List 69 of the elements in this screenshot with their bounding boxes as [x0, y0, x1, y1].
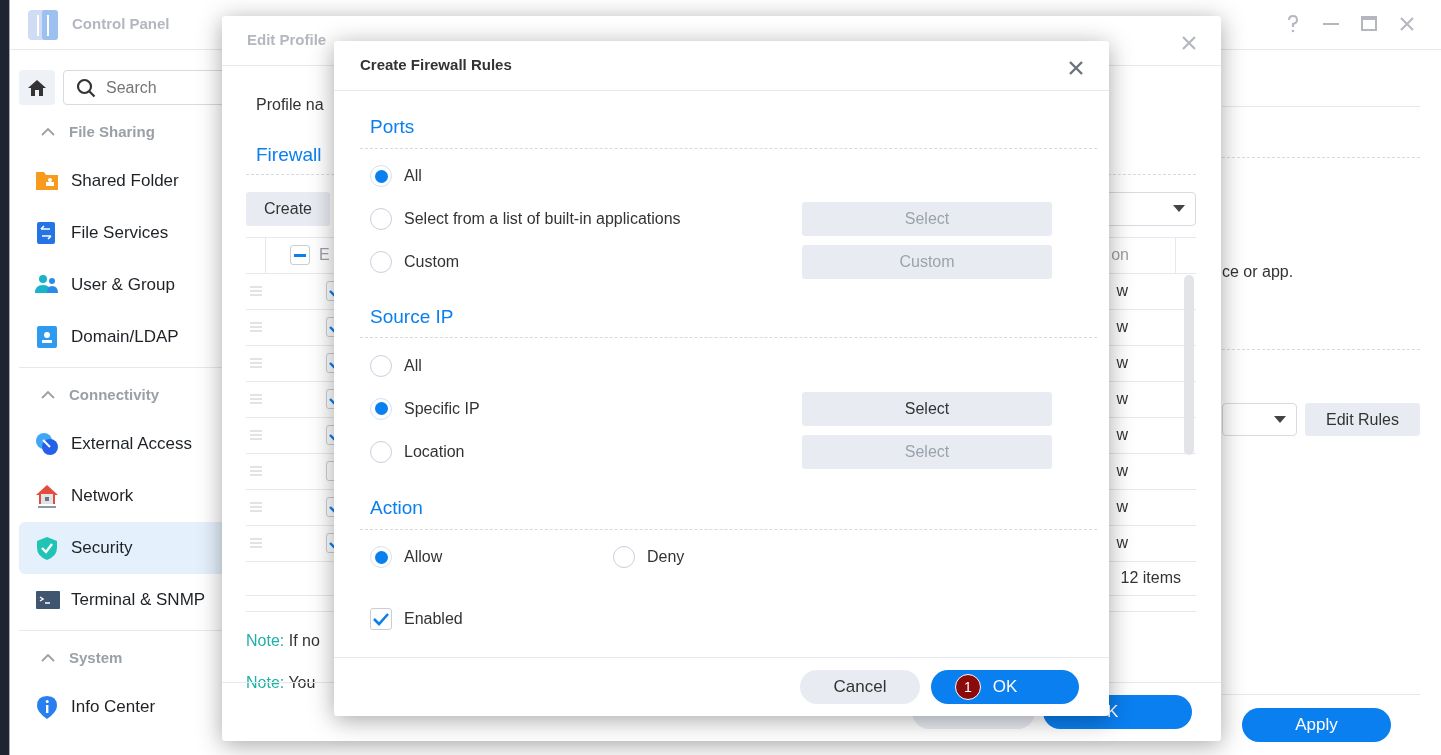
- table-cell-text: w: [1116, 317, 1128, 337]
- home-button[interactable]: [19, 70, 55, 105]
- home-icon: [27, 78, 47, 97]
- maximize-icon[interactable]: [1361, 14, 1377, 34]
- option-label: Location: [404, 441, 465, 462]
- sidebar-item[interactable]: Domain/LDAP: [19, 311, 319, 363]
- option-label: Custom: [404, 252, 460, 272]
- sidebar-item[interactable]: External Access: [19, 418, 319, 470]
- option-label: Specific IP: [404, 398, 480, 419]
- section-title: Firewall: [256, 143, 323, 167]
- table-cell-text: w: [1116, 389, 1128, 409]
- enabled-checkbox[interactable]: [370, 608, 392, 630]
- drag-handle-icon: [250, 286, 262, 296]
- link-icon: [35, 431, 61, 457]
- section-title: Action: [370, 496, 424, 520]
- radio-button[interactable]: [370, 354, 392, 377]
- dialog-title: Create Firewall Rules: [360, 55, 512, 76]
- section-title: Source IP: [370, 304, 455, 329]
- option-label: Allow: [404, 547, 443, 567]
- radio-button[interactable]: [370, 208, 392, 230]
- minus-icon: [294, 253, 306, 257]
- apply-button[interactable]: Apply: [1242, 708, 1391, 742]
- drag-handle-icon: [250, 358, 262, 368]
- drag-handle-icon: [250, 322, 262, 332]
- option-label: Select from a list of built-in applications: [404, 209, 681, 229]
- option-label: Enabled: [404, 609, 463, 629]
- option-label: Deny: [647, 547, 685, 567]
- search-icon: [76, 78, 96, 98]
- option-label: All: [404, 355, 422, 376]
- control-panel-logo-icon: [26, 7, 60, 42]
- table-cell-text: w: [1116, 533, 1128, 553]
- table-cell-text: w: [1116, 497, 1128, 517]
- window-title: Control Panel: [72, 14, 170, 35]
- note-text: Note: If no: [246, 630, 320, 651]
- select-all-checkbox[interactable]: [290, 245, 310, 265]
- radio-button[interactable]: [370, 397, 392, 420]
- drag-handle-icon: [250, 538, 262, 548]
- radio-button[interactable]: [370, 251, 392, 273]
- cancel-button[interactable]: Cancel: [800, 670, 920, 704]
- sidebar-item[interactable]: User & Group: [19, 259, 319, 311]
- scrollbar[interactable]: [1184, 274, 1194, 455]
- dialog-title: Edit Profile: [247, 30, 327, 51]
- section-title: Ports: [370, 115, 416, 139]
- radio-button[interactable]: [370, 440, 392, 463]
- caret-icon: [1274, 416, 1286, 423]
- table-cell-text: w: [1116, 353, 1128, 373]
- help-icon[interactable]: [1285, 14, 1301, 34]
- table-cell-text: w: [1116, 281, 1128, 301]
- column-header: E: [319, 245, 330, 265]
- drag-handle-icon: [250, 394, 262, 404]
- column-header: on: [1111, 245, 1129, 265]
- radio-button[interactable]: [370, 165, 392, 187]
- table-cell-text: w: [1116, 425, 1128, 445]
- drag-handle-icon: [250, 502, 262, 512]
- table-cell-text: w: [1116, 461, 1128, 481]
- create-button[interactable]: Create: [246, 191, 330, 226]
- option-label: All: [404, 166, 422, 186]
- sidebar-item[interactable]: Network: [19, 470, 319, 522]
- edit-rules-button[interactable]: Edit Rules: [1305, 403, 1420, 436]
- radio-button[interactable]: [370, 546, 392, 568]
- radio-button[interactable]: [613, 546, 635, 568]
- dropdown[interactable]: [1222, 403, 1297, 436]
- drag-handle-icon: [250, 430, 262, 440]
- hint-text: ce or app.: [1222, 262, 1295, 282]
- drag-handle-icon: [250, 466, 262, 476]
- item-count: 12 items: [1120, 568, 1181, 588]
- caret-icon: [1173, 205, 1185, 212]
- select-button[interactable]: Select: [802, 391, 1052, 426]
- sidebar-item[interactable]: Terminal & SNMP: [19, 574, 319, 626]
